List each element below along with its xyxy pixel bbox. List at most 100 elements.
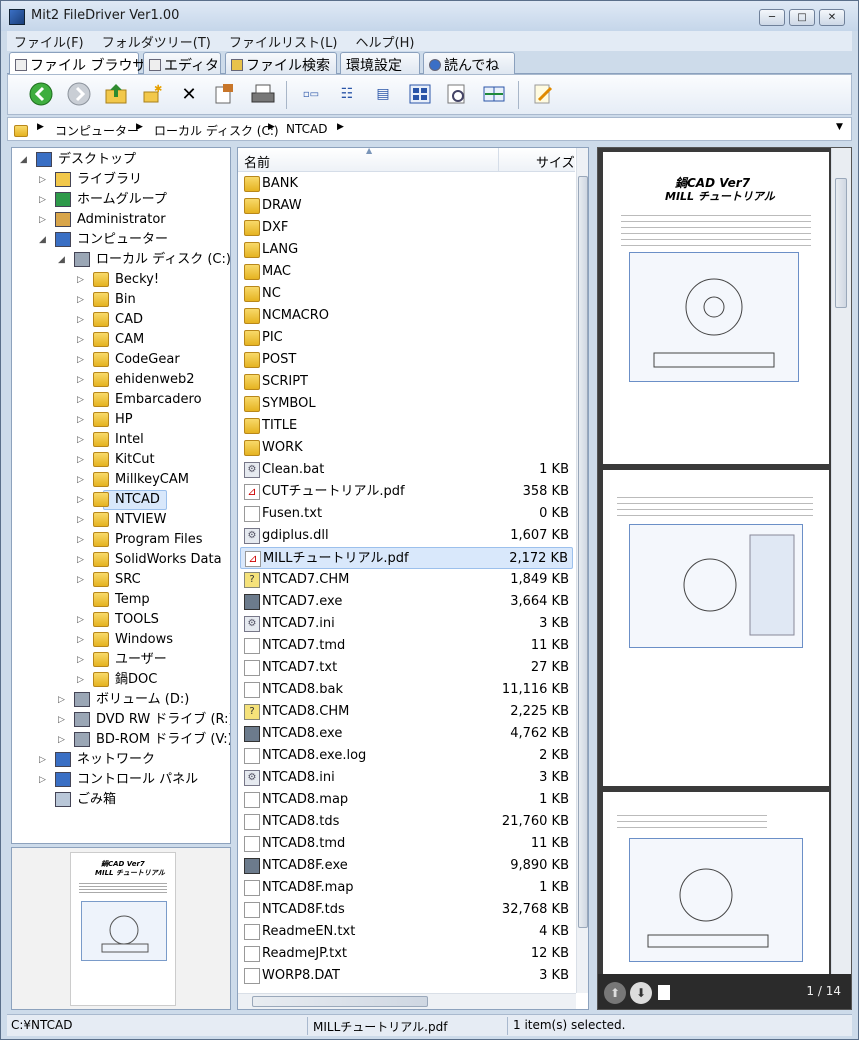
expand-toggle-icon[interactable]: ◢ (20, 150, 30, 170)
folder-tree[interactable]: ◢ デスクトップ ▷ ライブラリ ▷ ホームグループ ▷ Administrator ◢ コンピュ… (11, 147, 231, 844)
file-row[interactable]: ⚙ Clean.bat 1 KB (240, 459, 573, 481)
menu-file[interactable]: ファイル(F) (7, 31, 91, 52)
menu-folder-tree[interactable]: フォルダツリー(T) (95, 31, 218, 52)
file-row[interactable]: NTCAD7.exe 3,664 KB (240, 591, 573, 613)
tree-item[interactable] (49, 790, 212, 810)
file-row[interactable]: ReadmeJP.txt 12 KB (240, 943, 573, 965)
next-page-button[interactable]: ⬇ (630, 982, 652, 1004)
tab-readme[interactable]: 読んでね (423, 52, 515, 74)
scrollbar-thumb[interactable] (578, 176, 588, 928)
file-row[interactable]: NTCAD8F.exe 9,890 KB (240, 855, 573, 877)
expand-toggle-icon[interactable]: ▷ (77, 630, 87, 650)
preview-scrollbar-thumb[interactable] (835, 178, 847, 308)
file-row[interactable]: NTCAD8.tds 21,760 KB (240, 811, 573, 833)
expand-toggle-icon[interactable]: ▷ (77, 370, 87, 390)
expand-toggle-icon[interactable]: ▷ (77, 510, 87, 530)
file-row[interactable]: NTCAD8.map 1 KB (240, 789, 573, 811)
expand-toggle-icon[interactable]: ▷ (58, 710, 68, 730)
expand-toggle-icon[interactable]: ▷ (77, 390, 87, 410)
file-list[interactable]: 名前 ▲ サイズ BANK DRAW DXF LANG MAC NC NCMACRO PIC P… (237, 147, 589, 1010)
file-row[interactable]: NTCAD7.tmd 11 KB (240, 635, 573, 657)
file-row[interactable]: NTCAD8.exe.log 2 KB (240, 745, 573, 767)
expand-toggle-icon[interactable]: ▷ (58, 730, 68, 750)
parent-folder-button[interactable] (103, 81, 129, 107)
split-view-button[interactable] (481, 81, 507, 107)
tab-file-browser[interactable]: ファイル ブラウザ (9, 52, 146, 75)
horizontal-scrollbar-thumb[interactable] (252, 996, 428, 1007)
file-row[interactable]: NTCAD8F.tds 32,768 KB (240, 899, 573, 921)
previous-page-button[interactable]: ⬆ (604, 982, 626, 1004)
expand-toggle-icon[interactable]: ▷ (39, 210, 49, 230)
file-row[interactable]: NTCAD8.tmd 11 KB (240, 833, 573, 855)
tab-editor[interactable]: エディタ (143, 52, 221, 74)
view-thumbnails-button[interactable] (407, 81, 433, 107)
file-list-vertical-scrollbar[interactable] (576, 148, 588, 993)
expand-toggle-icon[interactable]: ▷ (58, 690, 68, 710)
expand-toggle-icon[interactable]: ▷ (77, 570, 87, 590)
expand-toggle-icon[interactable]: ◢ (58, 250, 68, 270)
expand-toggle-icon[interactable]: ▷ (77, 670, 87, 690)
file-row[interactable]: NC (240, 283, 573, 305)
menu-file-list[interactable]: ファイルリスト(L) (222, 31, 344, 52)
minimize-button[interactable]: ─ (759, 9, 785, 26)
file-row[interactable]: POST (240, 349, 573, 371)
file-row[interactable]: ⚙ gdiplus.dll 1,607 KB (240, 525, 573, 547)
expand-toggle-icon[interactable]: ◢ (39, 230, 49, 250)
back-button[interactable] (28, 81, 54, 107)
properties-button[interactable] (212, 81, 238, 107)
file-row[interactable]: NTCAD8.exe 4,762 KB (240, 723, 573, 745)
new-folder-button[interactable]: ✱ (139, 81, 165, 107)
expand-toggle-icon[interactable]: ▷ (39, 750, 49, 770)
view-icons-button[interactable]: ▫▭ (298, 81, 324, 107)
expand-toggle-icon[interactable]: ▷ (39, 170, 49, 190)
breadcrumb-ntcad[interactable]: NTCAD (286, 122, 327, 136)
file-row[interactable]: DXF (240, 217, 573, 239)
close-button[interactable]: ✕ (819, 9, 845, 26)
forward-button[interactable] (66, 81, 92, 107)
preview-vertical-scrollbar[interactable] (831, 148, 851, 974)
expand-toggle-icon[interactable]: ▷ (39, 190, 49, 210)
preview-toggle-button[interactable] (444, 81, 470, 107)
file-row[interactable]: DRAW (240, 195, 573, 217)
expand-toggle-icon[interactable]: ▷ (39, 770, 49, 790)
file-row[interactable]: SCRIPT (240, 371, 573, 393)
file-row[interactable]: BANK (240, 173, 573, 195)
breadcrumb-computer[interactable]: コンピューター (55, 122, 139, 139)
expand-toggle-icon[interactable]: ▷ (77, 530, 87, 550)
file-row[interactable]: ⚙ NTCAD8.ini 3 KB (240, 767, 573, 789)
file-row[interactable]: ⊿ MILLチュートリアル.pdf 2,172 KB (240, 547, 573, 569)
file-row[interactable]: NTCAD8F.map 1 KB (240, 877, 573, 899)
file-row[interactable]: SYMBOL (240, 393, 573, 415)
expand-toggle-icon[interactable]: ▷ (77, 450, 87, 470)
expand-toggle-icon[interactable]: ▷ (77, 350, 87, 370)
expand-toggle-icon[interactable]: ▷ (77, 310, 87, 330)
column-size[interactable]: サイズ (536, 152, 575, 171)
file-row[interactable]: WORP8.DAT 3 KB (240, 965, 573, 987)
file-row[interactable]: NTCAD8.bak 11,116 KB (240, 679, 573, 701)
file-row[interactable]: ⚙ NTCAD7.ini 3 KB (240, 613, 573, 635)
column-divider[interactable] (498, 148, 499, 172)
file-row[interactable]: WORK (240, 437, 573, 459)
file-row[interactable]: ? NTCAD7.CHM 1,849 KB (240, 569, 573, 591)
tab-file-search[interactable]: ファイル検索 (225, 52, 337, 74)
file-row[interactable]: LANG (240, 239, 573, 261)
expand-toggle-icon[interactable]: ▷ (77, 270, 87, 290)
file-row[interactable]: TITLE (240, 415, 573, 437)
breadcrumb-local-disk[interactable]: ローカル ディスク (C:) (154, 122, 279, 139)
menu-help[interactable]: ヘルプ(H) (349, 31, 422, 52)
expand-toggle-icon[interactable]: ▷ (77, 490, 87, 510)
address-bar[interactable]: ▶ コンピューター ▶ ローカル ディスク (C:) ▶ NTCAD ▶ ▼ (7, 117, 852, 141)
file-row[interactable]: ⊿ CUTチュートリアル.pdf 358 KB (240, 481, 573, 503)
file-row[interactable]: MAC (240, 261, 573, 283)
file-row[interactable]: PIC (240, 327, 573, 349)
expand-toggle-icon[interactable]: ▷ (77, 470, 87, 490)
file-row[interactable]: ? NTCAD8.CHM 2,225 KB (240, 701, 573, 723)
expand-toggle-icon[interactable]: ▷ (77, 650, 87, 670)
scan-button[interactable] (250, 81, 276, 107)
file-row[interactable]: NCMACRO (240, 305, 573, 327)
delete-button[interactable]: ✕ (176, 81, 202, 107)
expand-toggle-icon[interactable]: ▷ (77, 430, 87, 450)
column-name[interactable]: 名前 (244, 152, 270, 171)
file-row[interactable]: NTCAD7.txt 27 KB (240, 657, 573, 679)
view-details-button[interactable]: ▤ (370, 81, 396, 107)
